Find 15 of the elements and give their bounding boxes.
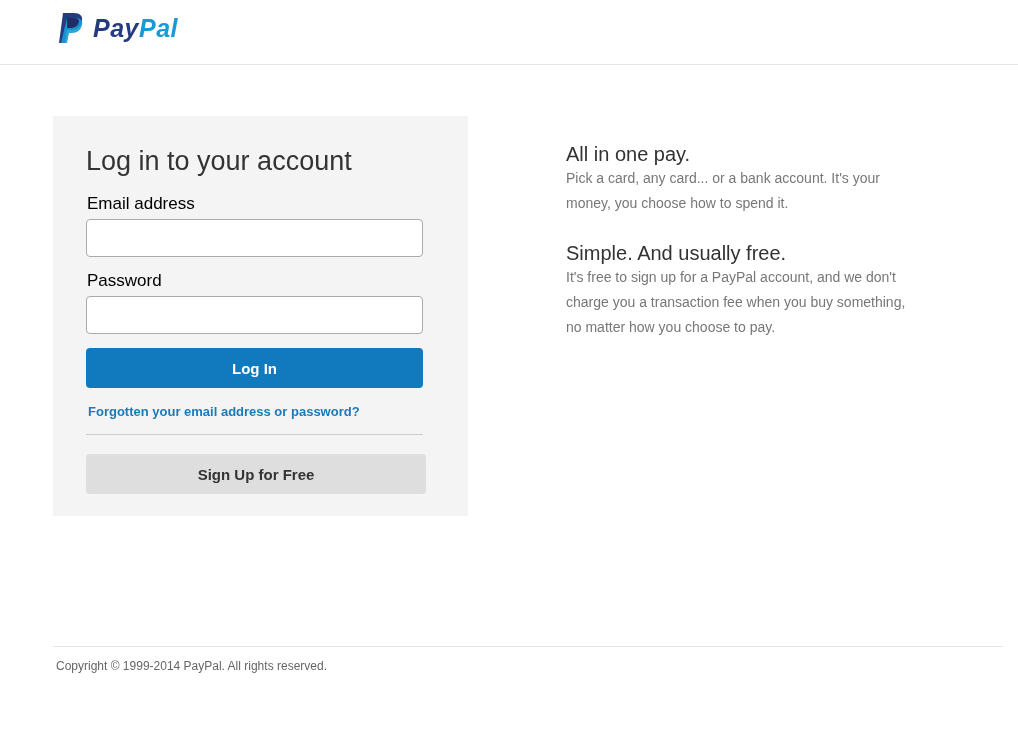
logo-icon	[58, 13, 84, 43]
login-title: Log in to your account	[86, 146, 352, 177]
feature-heading: All in one pay.	[566, 142, 692, 166]
feature-text: Pick a card, any card... or a bank account. It's your money, you choose how to spend it.	[566, 169, 881, 213]
forgot-link[interactable]: Forgotten your email address or password?	[88, 404, 360, 419]
signup-button[interactable]: Sign Up for Free	[86, 454, 426, 494]
input-field[interactable]	[86, 296, 423, 334]
feature-text: It's free to sign up for a PayPal account, and we don't charge you a transaction fee when you buy something, no matter how you choose to pay.	[566, 268, 907, 337]
feature-heading: Simple. And usually free.	[566, 241, 788, 265]
login-button[interactable]: Log In	[86, 348, 423, 388]
field-label: Password	[87, 271, 162, 291]
copyright-text: Copyright © 1999-2014 PayPal. All rights reserved.	[56, 659, 328, 673]
field-label: Email address	[87, 194, 195, 214]
input-field[interactable]	[86, 219, 423, 257]
logo-wordmark[interactable]: PayPal	[93, 13, 178, 43]
